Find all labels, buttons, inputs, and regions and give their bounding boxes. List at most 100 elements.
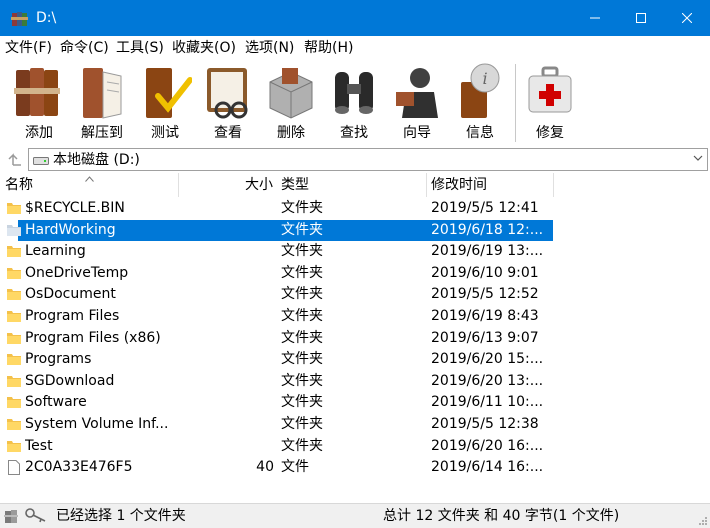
find-label: 查找	[340, 125, 368, 141]
add-button[interactable]: 添加	[8, 60, 70, 146]
sort-ascending-icon	[85, 176, 94, 182]
resize-grip-icon[interactable]	[698, 516, 708, 526]
folder-icon	[7, 376, 21, 387]
file-modified: 2019/5/5 12:38	[431, 416, 539, 432]
book-glasses-icon	[207, 68, 248, 119]
file-row[interactable]: Test 文件夹 2019/6/20 16:...	[0, 436, 555, 457]
file-row[interactable]: Programs 文件夹 2019/6/20 15:...	[0, 349, 555, 370]
file-type: 文件夹	[281, 438, 323, 454]
file-row[interactable]: OneDriveTemp 文件夹 2019/6/10 9:01	[0, 263, 555, 284]
folder-icon	[7, 397, 21, 408]
file-type: 文件夹	[281, 200, 323, 216]
delete-button[interactable]: 删除	[260, 60, 322, 146]
delete-label: 删除	[277, 125, 305, 141]
file-modified: 2019/6/10 9:01	[431, 265, 539, 281]
file-name: SGDownload	[25, 373, 115, 389]
file-type: 文件夹	[281, 351, 323, 367]
minimize-icon	[590, 17, 600, 19]
folder-icon	[7, 246, 21, 257]
file-name: Software	[25, 394, 87, 410]
folder-icon	[7, 311, 21, 322]
menu-tools[interactable]: 工具(S)	[116, 38, 164, 58]
file-modified: 2019/6/11 10:...	[431, 394, 544, 410]
find-button[interactable]: 查找	[323, 60, 385, 146]
file-modified: 2019/6/14 16:...	[431, 459, 544, 475]
minimize-button[interactable]	[572, 0, 618, 36]
menu-favorites[interactable]: 收藏夹(O)	[172, 38, 236, 58]
add-label: 添加	[25, 125, 53, 141]
file-name: Test	[25, 438, 53, 454]
extract-to-label: 解压到	[81, 125, 123, 141]
file-row[interactable]: Learning 文件夹 2019/6/19 13:...	[0, 241, 555, 262]
binoculars-icon	[335, 72, 373, 114]
file-row[interactable]: HardWorking 文件夹 2019/6/18 12:...	[7, 220, 553, 241]
info-icon: i	[461, 63, 500, 118]
repair-label: 修复	[536, 125, 564, 141]
up-folder-icon[interactable]	[4, 149, 24, 169]
wizard-button[interactable]: 向导	[386, 60, 448, 146]
winrar-app-icon	[11, 12, 28, 26]
close-button[interactable]	[664, 0, 710, 36]
toolbar-separator	[515, 64, 516, 142]
column-divider[interactable]	[178, 173, 179, 197]
column-header: 名称 大小 类型 修改时间	[0, 173, 710, 197]
folder-icon	[7, 289, 21, 300]
file-row[interactable]: SGDownload 文件夹 2019/6/20 13:...	[0, 371, 555, 392]
column-name-header[interactable]: 名称	[5, 175, 33, 195]
column-modified-header[interactable]: 修改时间	[431, 175, 487, 195]
menu-help[interactable]: 帮助(H)	[304, 38, 353, 58]
menu-options[interactable]: 选项(N)	[245, 38, 294, 58]
file-size: 40	[256, 459, 274, 475]
file-icon	[8, 460, 20, 475]
folder-icon	[7, 268, 21, 279]
menu-file[interactable]: 文件(F)	[5, 38, 52, 58]
file-modified: 2019/6/20 16:...	[431, 438, 544, 454]
test-label: 测试	[151, 125, 179, 141]
file-row[interactable]: Program Files 文件夹 2019/6/19 8:43	[0, 306, 555, 327]
column-divider[interactable]	[553, 173, 554, 197]
book-extract-icon	[83, 68, 122, 119]
file-modified: 2019/6/19 13:...	[431, 243, 544, 259]
address-field[interactable]: 本地磁盘 (D:)	[28, 148, 708, 171]
file-name: Program Files	[25, 308, 120, 324]
menu-command[interactable]: 命令(C)	[60, 38, 109, 58]
svg-text:i: i	[482, 69, 487, 88]
file-name: OneDriveTemp	[25, 265, 129, 281]
test-button[interactable]: 测试	[134, 60, 196, 146]
repair-button[interactable]: 修复	[519, 60, 581, 146]
status-total: 总计 12 文件夹 和 40 字节(1 个文件)	[383, 508, 620, 524]
chevron-down-icon[interactable]	[693, 154, 703, 162]
view-button[interactable]: 查看	[197, 60, 259, 146]
address-path: 本地磁盘 (D:)	[53, 152, 140, 168]
column-type-header[interactable]: 类型	[281, 175, 309, 195]
extract-to-button[interactable]: 解压到	[71, 60, 133, 146]
file-type: 文件夹	[281, 265, 323, 281]
folder-icon	[7, 225, 21, 236]
wizard-label: 向导	[403, 125, 431, 141]
close-icon	[682, 13, 692, 23]
info-button[interactable]: i 信息	[449, 60, 511, 146]
column-divider[interactable]	[426, 173, 427, 197]
file-name: HardWorking	[25, 222, 116, 238]
title-bar: D:\	[0, 0, 710, 36]
column-size-header[interactable]: 大小	[245, 175, 273, 195]
file-row[interactable]: Program Files (x86) 文件夹 2019/6/13 9:07	[0, 328, 555, 349]
maximize-icon	[636, 13, 646, 23]
file-type: 文件夹	[281, 243, 323, 259]
file-row[interactable]: $RECYCLE.BIN 文件夹 2019/5/5 12:41	[0, 198, 555, 219]
file-modified: 2019/6/20 13:...	[431, 373, 544, 389]
status-selection: 已经选择 1 个文件夹	[56, 508, 186, 524]
file-name: Programs	[25, 351, 92, 367]
file-row[interactable]: OsDocument 文件夹 2019/5/5 12:52	[0, 284, 555, 305]
drive-icon	[33, 157, 49, 165]
maximize-button[interactable]	[618, 0, 664, 36]
folder-icon	[7, 441, 21, 452]
file-modified: 2019/6/18 12:...	[431, 222, 544, 238]
file-modified: 2019/5/5 12:52	[431, 286, 539, 302]
file-row[interactable]: System Volume Inf... 文件夹 2019/5/5 12:38	[0, 414, 555, 435]
file-row[interactable]: 2C0A33E476F5 40 文件 2019/6/14 16:...	[0, 457, 555, 478]
file-row[interactable]: Software 文件夹 2019/6/11 10:...	[0, 392, 555, 413]
file-list: 名称 大小 类型 修改时间 $RECYCLE.BIN 文件夹 2019/5/5 12…	[0, 173, 710, 498]
wizard-icon	[396, 68, 438, 118]
file-name: OsDocument	[25, 286, 116, 302]
